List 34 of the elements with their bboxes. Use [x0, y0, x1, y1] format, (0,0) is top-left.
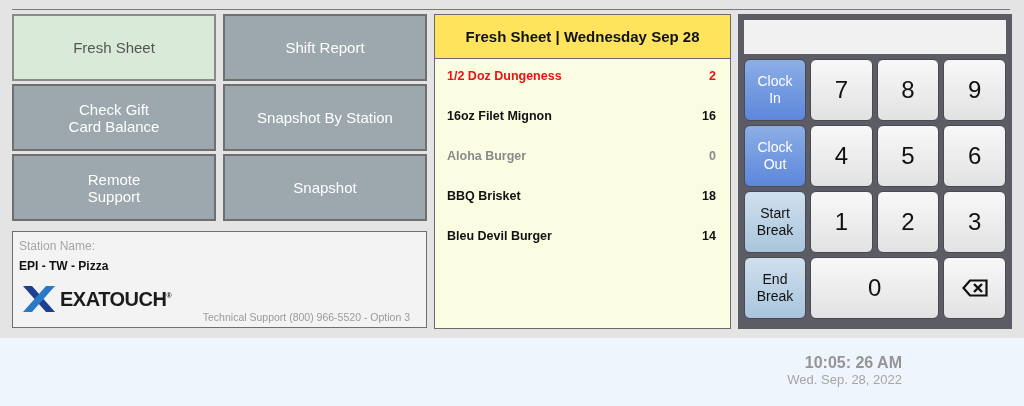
backspace-icon [961, 279, 988, 297]
digit-key[interactable]: 2 [876, 191, 940, 253]
station-name: EPI - TW - Pizza [19, 259, 110, 273]
item-count: 16 [702, 109, 716, 125]
item-count: 18 [702, 189, 716, 205]
fresh-sheet-title: Fresh Sheet | Wednesday Sep 28 [435, 15, 730, 59]
digit-key[interactable]: 0 [810, 257, 940, 319]
menu-button[interactable]: Fresh Sheet [12, 14, 216, 81]
break-button[interactable]: End Break [744, 257, 806, 319]
digit-key[interactable]: 8 [876, 59, 940, 121]
item-name: BBQ Brisket [447, 189, 521, 205]
item-count: 14 [702, 229, 716, 245]
item-count: 2 [709, 69, 716, 85]
digit-key[interactable]: 3 [943, 191, 1006, 253]
station-label: Station Name: [19, 239, 97, 253]
item-name: Bleu Devil Burger [447, 229, 552, 245]
digit-key[interactable]: 1 [810, 191, 873, 253]
clock-time: 10:05: 26 AM [804, 354, 902, 372]
item-count: 0 [709, 149, 716, 165]
logo-text: EXATOUCH$^{®}$ [60, 287, 172, 311]
item-name: Aloha Burger [447, 149, 527, 165]
digit-key[interactable]: 7 [810, 59, 873, 121]
digit-key[interactable]: 4 [810, 125, 873, 187]
break-button[interactable]: Start Break [744, 191, 806, 253]
digit-key[interactable]: 9 [943, 59, 1006, 121]
clock-date: Wed. Sep. 28, 2022 [787, 372, 902, 387]
x-logo-icon [23, 286, 55, 312]
item-name: 1/2 Doz Dungeness [447, 69, 562, 85]
item-name: 16oz Filet Mignon [447, 109, 552, 125]
backspace-key[interactable] [943, 257, 1006, 319]
pin-field[interactable] [744, 20, 1006, 54]
digit-key[interactable]: 5 [876, 125, 940, 187]
digit-key[interactable]: 6 [943, 125, 1006, 187]
support-text: Technical Support (800) 966-5520 - Option 3 [202, 311, 410, 323]
